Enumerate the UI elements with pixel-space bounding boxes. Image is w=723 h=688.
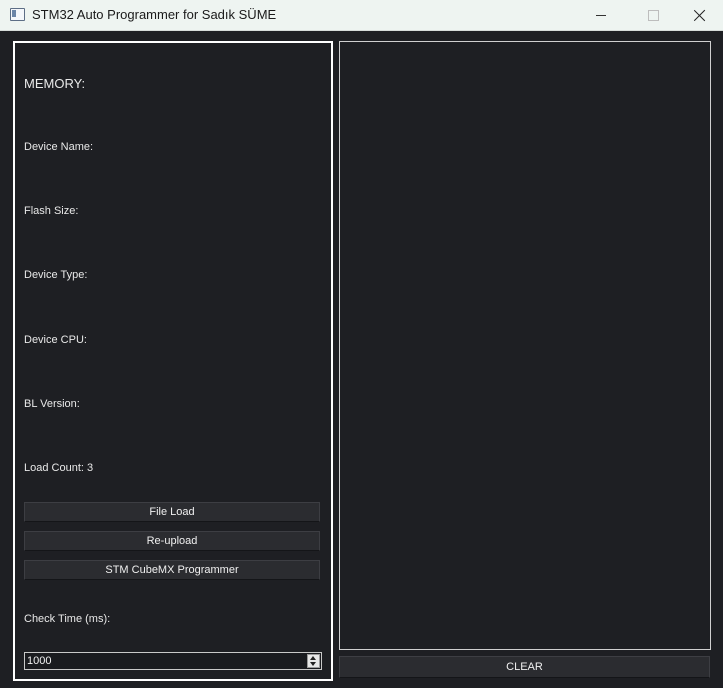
title-bar: STM32 Auto Programmer for Sadık SÜME bbox=[0, 0, 723, 31]
check-time-input[interactable] bbox=[25, 653, 305, 669]
device-info-panel: MEMORY: Device Name: Flash Size: Device … bbox=[13, 41, 333, 681]
reupload-button[interactable]: Re-upload bbox=[24, 531, 320, 551]
cubemx-programmer-button[interactable]: STM CubeMX Programmer bbox=[24, 560, 320, 580]
device-name-label: Device Name: bbox=[24, 141, 94, 153]
spin-buttons bbox=[307, 654, 320, 668]
maximize-icon bbox=[647, 9, 659, 21]
log-output-area[interactable] bbox=[339, 41, 711, 650]
window-title: STM32 Auto Programmer for Sadık SÜME bbox=[32, 7, 277, 22]
close-icon bbox=[693, 9, 706, 22]
flash-size-label: Flash Size: bbox=[24, 205, 79, 217]
spin-down-icon[interactable] bbox=[310, 662, 316, 666]
check-time-spinbox bbox=[24, 652, 322, 670]
app-window-icon bbox=[10, 8, 25, 21]
memory-label: MEMORY: bbox=[24, 76, 86, 91]
device-cpu-label: Device CPU: bbox=[24, 334, 87, 346]
device-type-label: Device Type: bbox=[24, 269, 88, 281]
close-button[interactable] bbox=[676, 0, 722, 30]
check-time-label: Check Time (ms): bbox=[24, 613, 111, 625]
maximize-button[interactable] bbox=[630, 0, 676, 30]
load-count-label: Load Count: 3 bbox=[24, 462, 94, 474]
minimize-icon bbox=[596, 14, 606, 16]
file-load-button[interactable]: File Load bbox=[24, 502, 320, 522]
clear-button[interactable]: CLEAR bbox=[339, 656, 710, 678]
bl-version-label: BL Version: bbox=[24, 398, 80, 410]
spin-up-icon[interactable] bbox=[310, 656, 316, 660]
minimize-button[interactable] bbox=[578, 0, 624, 30]
